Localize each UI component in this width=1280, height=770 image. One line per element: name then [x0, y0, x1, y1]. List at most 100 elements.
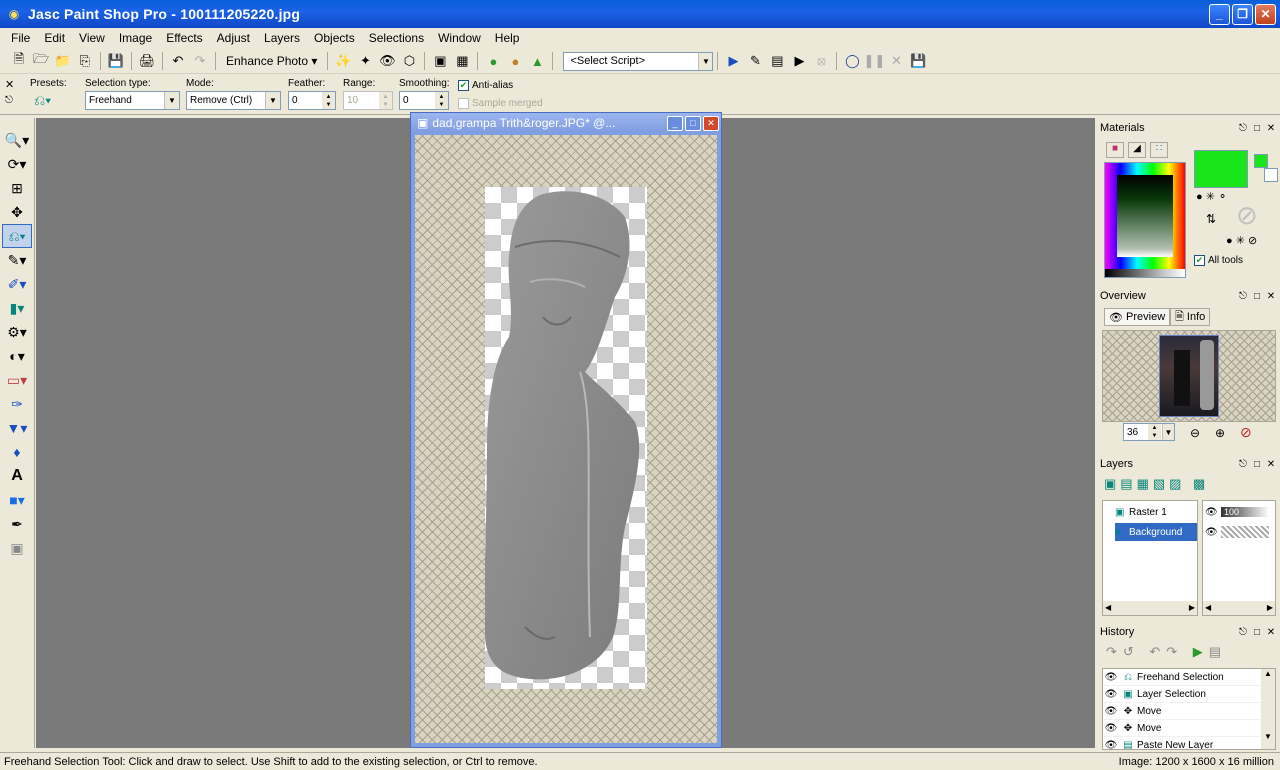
- chevron-down-icon[interactable]: ▼: [1162, 424, 1174, 440]
- spinner-icon[interactable]: ▲ ▼: [435, 92, 448, 109]
- zoom-in-icon[interactable]: ⊕: [1215, 426, 1225, 440]
- foreground-mini-swatch[interactable]: [1254, 154, 1268, 168]
- history-item[interactable]: 👁 ▣ Layer Selection: [1103, 686, 1275, 703]
- run-script-icon[interactable]: ▶: [722, 50, 744, 72]
- history-item[interactable]: 👁 ▤ Paste New Layer: [1103, 737, 1275, 750]
- save-icon[interactable]: 💾: [105, 50, 127, 72]
- menu-edit[interactable]: Edit: [37, 31, 72, 45]
- warp-tool-icon[interactable]: ▣: [2, 536, 32, 560]
- gradient-tab-icon[interactable]: ◢: [1128, 142, 1146, 158]
- layer-row-background[interactable]: ■ Background: [1115, 523, 1197, 541]
- overview-preview[interactable]: [1102, 330, 1276, 422]
- picture-tube-tool-icon[interactable]: ✑: [2, 392, 32, 416]
- zoom-100-icon[interactable]: ⊘: [1240, 424, 1252, 441]
- paint-brush-tool-icon[interactable]: ✐▾: [2, 272, 32, 296]
- properties-scrollbar[interactable]: ◀ ▶: [1203, 601, 1275, 615]
- menu-layers[interactable]: Layers: [257, 31, 307, 45]
- crop-tool-icon[interactable]: ⊞: [2, 176, 32, 200]
- menu-image[interactable]: Image: [112, 31, 159, 45]
- pin-icon[interactable]: ⎋: [1236, 459, 1250, 470]
- document-title-bar[interactable]: ▣ dad,grampa Trith&roger.JPG* @... _ □ ✕: [411, 113, 721, 133]
- color-picker[interactable]: [1104, 162, 1186, 278]
- zoom-level-input[interactable]: 36 ▲ ▼ ▼: [1123, 423, 1175, 441]
- minimize-button[interactable]: _: [1209, 3, 1230, 25]
- document-minimize-button[interactable]: _: [667, 115, 683, 131]
- frame-tab-icon[interactable]: ■: [1106, 142, 1124, 158]
- layer-opacity-background[interactable]: 👁: [1205, 523, 1275, 541]
- script-window-icon[interactable]: ▤: [766, 50, 788, 72]
- mode-select[interactable]: Remove (Ctrl) ▼: [186, 91, 281, 110]
- document-window[interactable]: ▣ dad,grampa Trith&roger.JPG* @... _ □ ✕: [410, 112, 722, 748]
- shape-tool-icon[interactable]: ■▾: [2, 488, 32, 512]
- open-file-icon[interactable]: 🗁: [30, 50, 52, 72]
- close-button[interactable]: ✕: [1255, 3, 1276, 25]
- all-tools-checkbox[interactable]: ✔ All tools: [1194, 255, 1243, 266]
- layers-scrollbar[interactable]: ◀ ▶: [1103, 601, 1197, 615]
- history-toolbar-icons[interactable]: ↷↺ ↶↷ ▶▤: [1106, 644, 1227, 660]
- background-style-icon[interactable]: ● ✳ ⊘: [1226, 234, 1257, 247]
- cube-icon[interactable]: ⬡: [398, 50, 420, 72]
- dropper-tool-icon[interactable]: ✎▾: [2, 248, 32, 272]
- menu-file[interactable]: File: [4, 31, 37, 45]
- spinner-icon[interactable]: ▲ ▼: [1148, 424, 1161, 440]
- redo-icon[interactable]: ↷: [189, 50, 211, 72]
- zoom-tool-icon[interactable]: 🔍▾: [2, 128, 32, 152]
- photo-frame-icon[interactable]: ▣: [429, 50, 451, 72]
- close-icon[interactable]: ✕: [1264, 459, 1278, 470]
- selection-type-select[interactable]: Freehand ▼: [85, 91, 180, 110]
- menu-adjust[interactable]: Adjust: [210, 31, 257, 45]
- menu-view[interactable]: View: [72, 31, 112, 45]
- airbrush-tool-icon[interactable]: ▼▾: [2, 416, 32, 440]
- history-item[interactable]: 👁 ✥ Move: [1103, 720, 1275, 737]
- clone-brush-tool-icon[interactable]: ▮▾: [2, 296, 32, 320]
- close-icon[interactable]: ✕: [5, 78, 14, 91]
- menu-objects[interactable]: Objects: [307, 31, 362, 45]
- maximize-icon[interactable]: □: [1250, 459, 1264, 470]
- close-icon[interactable]: ✕: [1264, 291, 1278, 302]
- layer-toolbar-icons[interactable]: ▣▤▦▧▨ ▩: [1104, 476, 1209, 492]
- pin-icon[interactable]: ⎋: [1236, 123, 1250, 134]
- zoom-out-icon[interactable]: ⊖: [1190, 426, 1200, 440]
- enhance-photo-button[interactable]: Enhance Photo ▾: [220, 50, 323, 72]
- menu-effects[interactable]: Effects: [159, 31, 209, 45]
- landscape-icon[interactable]: ▲: [526, 50, 548, 72]
- move-tool-icon[interactable]: ✥: [2, 200, 32, 224]
- clarify-icon[interactable]: ✦: [354, 50, 376, 72]
- menu-help[interactable]: Help: [488, 31, 527, 45]
- feather-input[interactable]: 0 ▲ ▼: [288, 91, 336, 110]
- document-maximize-button[interactable]: □: [685, 115, 701, 131]
- stop-script-icon[interactable]: ▶: [788, 50, 810, 72]
- cancel-script-icon[interactable]: ⦻: [810, 50, 832, 72]
- anti-alias-checkbox[interactable]: ✔ Anti-alias: [458, 80, 513, 91]
- cancel-icon[interactable]: ✕: [885, 50, 907, 72]
- foreground-color-swatch[interactable]: [1194, 150, 1248, 188]
- dodge-tool-icon[interactable]: ◐▾: [2, 344, 32, 368]
- history-scrollbar[interactable]: ▲ ▼: [1261, 669, 1275, 749]
- pen-tool-icon[interactable]: ✒: [2, 512, 32, 536]
- browse-icon[interactable]: 📁: [52, 50, 74, 72]
- color-style-icon[interactable]: ● ✳ ⚬: [1196, 190, 1227, 203]
- image-edit-icon[interactable]: ▦: [451, 50, 473, 72]
- close-icon[interactable]: ✕: [1264, 627, 1278, 638]
- pin-icon[interactable]: ⎋: [5, 95, 13, 106]
- scan-icon[interactable]: ⎘: [74, 50, 96, 72]
- save-script-icon[interactable]: 💾: [907, 50, 929, 72]
- flood-fill-tool-icon[interactable]: ♦: [2, 440, 32, 464]
- pin-icon[interactable]: ⎋: [1236, 291, 1250, 302]
- swap-colors-icon[interactable]: ⇅: [1206, 212, 1216, 226]
- record-icon[interactable]: ◯: [841, 50, 863, 72]
- smoothing-input[interactable]: 0 ▲ ▼: [399, 91, 449, 110]
- swatches-tab-icon[interactable]: ∷: [1150, 142, 1168, 158]
- menu-selections[interactable]: Selections: [362, 31, 431, 45]
- close-icon[interactable]: ✕: [1264, 123, 1278, 134]
- freehand-selection-tool-icon[interactable]: ⎌▾: [2, 224, 32, 248]
- tab-info[interactable]: 🗎 Info: [1170, 308, 1211, 326]
- tab-preview[interactable]: 👁 Preview: [1104, 308, 1171, 326]
- background-mini-swatch[interactable]: [1264, 168, 1278, 182]
- red-eye-icon[interactable]: 👁: [376, 50, 398, 72]
- maximize-icon[interactable]: □: [1250, 291, 1264, 302]
- transparent-icon[interactable]: ⊘: [1236, 200, 1258, 231]
- layer-row-raster-1[interactable]: ▣ Raster 1: [1115, 503, 1197, 521]
- select-script-dropdown[interactable]: <Select Script> ▼: [563, 51, 714, 71]
- maximize-icon[interactable]: □: [1250, 627, 1264, 638]
